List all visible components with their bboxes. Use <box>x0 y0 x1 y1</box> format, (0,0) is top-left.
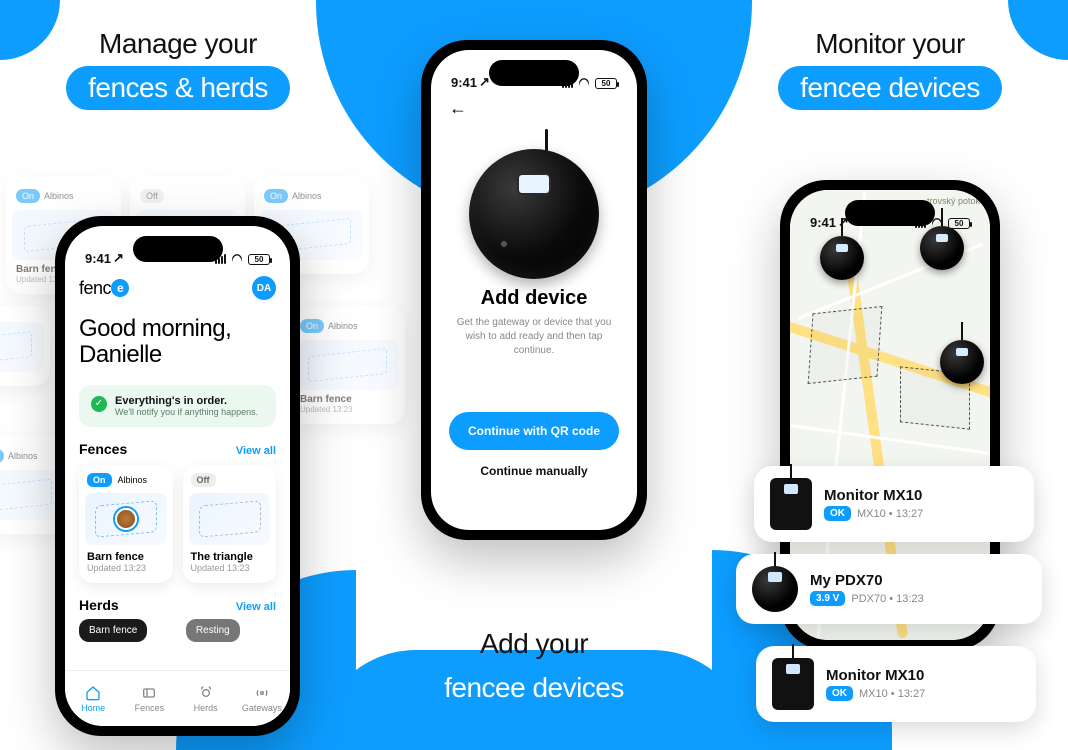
fence-icon <box>139 685 159 701</box>
battery-icon: 50 <box>248 254 270 265</box>
device-thumb <box>752 566 798 612</box>
status-notice: ✓ Everything's in order. We'll notify yo… <box>79 385 276 427</box>
device-illustration <box>464 129 604 279</box>
headline-line1: Manage your <box>0 28 356 60</box>
device-card[interactable]: My PDX70 3.9 VPDX70 • 13:23 <box>736 554 1042 624</box>
add-device-title: Add device <box>449 287 619 310</box>
device-thumb <box>772 658 814 710</box>
fence-card[interactable]: Off The triangle Updated 13:23 <box>183 465 277 583</box>
herd-chip[interactable]: Resting <box>186 619 240 642</box>
tab-home[interactable]: Home <box>65 671 121 726</box>
check-icon: ✓ <box>91 396 107 412</box>
bg-fence-tile: OnAlbinos Barn fence Updated 13:23 <box>290 306 405 424</box>
herd-icon <box>196 685 216 701</box>
tab-herds[interactable]: Herds <box>178 671 234 726</box>
tab-gateways[interactable]: Gateways <box>234 671 290 726</box>
device-card[interactable]: Monitor MX10 OKMX10 • 13:27 <box>756 646 1036 722</box>
headline-pill: fences & herds <box>66 66 290 110</box>
home-icon <box>83 685 103 701</box>
device-card[interactable]: Monitor MX10 OKMX10 • 13:27 <box>754 466 1034 542</box>
avatar[interactable]: DA <box>252 276 276 300</box>
continue-qr-button[interactable]: Continue with QR code <box>449 412 619 450</box>
device-thumb <box>770 478 812 530</box>
herds-view-all-link[interactable]: View all <box>236 601 276 613</box>
bg-fence-tile <box>0 306 50 386</box>
fence-polygon[interactable] <box>808 306 883 384</box>
battery-icon: 50 <box>948 218 970 229</box>
device-pin[interactable] <box>940 340 984 384</box>
section-herds-title: Herds <box>79 597 119 613</box>
status-time: 9:41 <box>451 75 477 90</box>
panel3-headline: Monitor your fencee devices <box>712 28 1068 110</box>
cow-icon <box>115 508 137 530</box>
wifi-icon <box>577 76 591 90</box>
panel2-headline: Add your fencee devices <box>356 628 712 710</box>
status-chip: 3.9 V <box>810 591 845 606</box>
status-chip: OK <box>824 506 851 521</box>
status-chip: OK <box>826 686 853 701</box>
status-time: 9:41 <box>85 251 111 266</box>
status-time: 9:41 <box>810 215 836 230</box>
continue-manually-button[interactable]: Continue manually <box>449 464 619 478</box>
back-button[interactable]: ← <box>449 98 619 119</box>
wifi-icon <box>230 252 244 266</box>
phone-frame: 9:41 ↗ 50 fence DA <box>55 216 300 736</box>
gateway-icon <box>252 685 272 701</box>
device-pin[interactable] <box>820 236 864 280</box>
panel1-headline: Manage your fences & herds <box>0 28 356 110</box>
tab-fences[interactable]: Fences <box>121 671 177 726</box>
phone-frame: 9:41 ↗ 50 ← Add device <box>421 40 647 540</box>
app-logo: fence <box>79 278 129 299</box>
tab-bar: Home Fences Herds Gateways <box>65 670 290 726</box>
herd-chip[interactable]: Barn fence <box>79 619 147 642</box>
battery-icon: 50 <box>595 78 617 89</box>
add-device-subtitle: Get the gateway or device that you wish … <box>449 316 619 358</box>
section-fences-title: Fences <box>79 441 127 457</box>
fences-view-all-link[interactable]: View all <box>236 445 276 457</box>
greeting: Good morning, Danielle <box>79 316 276 369</box>
fence-card[interactable]: OnAlbinos Barn fence Updated 13:23 <box>79 465 173 583</box>
